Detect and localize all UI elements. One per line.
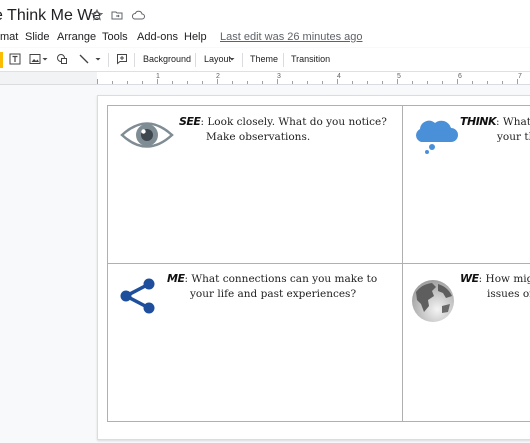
ruler-tick: [367, 81, 368, 84]
toolbar-divider: [195, 53, 196, 67]
background-button[interactable]: Background: [143, 53, 191, 65]
menu-add-ons[interactable]: Add-ons: [137, 29, 178, 45]
slide-canvas[interactable]: SEE: Look closely. What do you notice? M…: [97, 95, 530, 440]
think-question-line2: your th: [497, 131, 530, 143]
toolbar: Background Layout Theme Transition: [0, 48, 530, 72]
ruler-tick: [397, 79, 398, 84]
menu-format[interactable]: mat: [0, 29, 18, 45]
layout-dropdown-icon[interactable]: [228, 53, 236, 65]
menu-help[interactable]: Help: [184, 29, 207, 45]
toolbar-edge-marker: [0, 52, 3, 68]
ruler-tick: [412, 81, 413, 84]
grid-horizontal-divider: [108, 263, 530, 264]
think-question: : What th: [496, 116, 530, 128]
text-box-icon[interactable]: [9, 53, 21, 65]
last-edit-link[interactable]: Last edit was 26 minutes ago: [220, 29, 362, 45]
me-prompt: ME: What connections can you make to you…: [167, 271, 377, 302]
ruler-tick: [112, 81, 113, 84]
me-question: : What connections can you make to: [184, 273, 378, 285]
ruler-tick: [202, 81, 203, 84]
toolbar-divider: [134, 53, 135, 67]
ruler-tick: [142, 81, 143, 84]
ruler-margin: [0, 72, 97, 85]
ruler-tick: [277, 79, 278, 84]
ruler-tick: [97, 79, 98, 84]
theme-button[interactable]: Theme: [250, 53, 278, 65]
ruler-tick: [127, 81, 128, 84]
ruler-tick: [232, 81, 233, 84]
ruler-number: 7: [518, 73, 522, 80]
layout-button[interactable]: Layout: [204, 53, 231, 65]
ruler-tick: [457, 79, 458, 84]
me-question-line2: your life and past experiences?: [190, 288, 357, 300]
we-question: : How mig: [478, 273, 530, 285]
think-prompt: THINK: What th your th: [460, 114, 530, 145]
title-bar: e Think Me We: [0, 0, 530, 28]
ruler-tick: [172, 81, 173, 84]
ruler-tick: [352, 81, 353, 84]
shape-icon[interactable]: [56, 53, 68, 65]
ruler-tick: [247, 81, 248, 84]
see-question-line2: Make observations.: [206, 131, 311, 143]
ruler-tick: [187, 81, 188, 84]
ruler-tick: [442, 81, 443, 84]
we-keyword: WE: [460, 272, 479, 285]
see-question: : Look closely. What do you notice?: [200, 116, 387, 128]
thought-cloud-icon: [416, 120, 458, 154]
image-dropdown-icon[interactable]: [41, 53, 49, 65]
ruler-tick: [487, 81, 488, 84]
ruler-tick: [337, 79, 338, 84]
toolbar-divider: [242, 53, 243, 67]
share-icon: [120, 278, 155, 314]
cloud-status-icon[interactable]: [131, 9, 145, 21]
menu-arrange[interactable]: Arrange: [57, 29, 96, 45]
ruler-tick: [322, 81, 323, 84]
move-folder-icon[interactable]: [111, 9, 123, 21]
line-icon[interactable]: [78, 53, 90, 65]
ruler-number: 6: [458, 73, 462, 80]
toolbar-divider: [283, 53, 284, 67]
insert-image-icon[interactable]: [29, 53, 41, 65]
ruler-tick: [427, 81, 428, 84]
horizontal-ruler[interactable]: 1 2 3 4 5 6 7: [97, 72, 530, 85]
ruler-tick: [502, 81, 503, 84]
me-keyword: ME: [167, 272, 185, 285]
ruler-tick: [472, 81, 473, 84]
line-dropdown-icon[interactable]: [94, 53, 102, 65]
ruler-tick: [262, 81, 263, 84]
quadrant-grid: SEE: Look closely. What do you notice? M…: [107, 105, 530, 422]
add-comment-icon[interactable]: [116, 53, 128, 65]
think-keyword: THINK: [460, 115, 497, 128]
menu-tools[interactable]: Tools: [102, 29, 128, 45]
we-question-line2: issues or: [487, 288, 530, 300]
we-prompt: WE: How mig issues or: [460, 271, 530, 302]
globe-icon: [412, 280, 454, 322]
eye-icon: [120, 122, 174, 148]
ruler-tick: [157, 79, 158, 84]
menu-bar: mat Slide Arrange Tools Add-ons Help Las…: [0, 28, 530, 47]
menu-slide[interactable]: Slide: [25, 29, 49, 45]
toolbar-divider: [108, 53, 109, 67]
ruler-tick: [517, 79, 518, 84]
ruler-tick: [307, 81, 308, 84]
star-icon[interactable]: [91, 9, 103, 21]
ruler-tick: [217, 79, 218, 84]
ruler-tick: [292, 81, 293, 84]
ruler-tick: [382, 81, 383, 84]
see-keyword: SEE: [179, 115, 201, 128]
document-title[interactable]: e Think Me We: [0, 6, 101, 26]
see-prompt: SEE: Look closely. What do you notice? M…: [179, 114, 387, 145]
transition-button[interactable]: Transition: [291, 53, 330, 65]
